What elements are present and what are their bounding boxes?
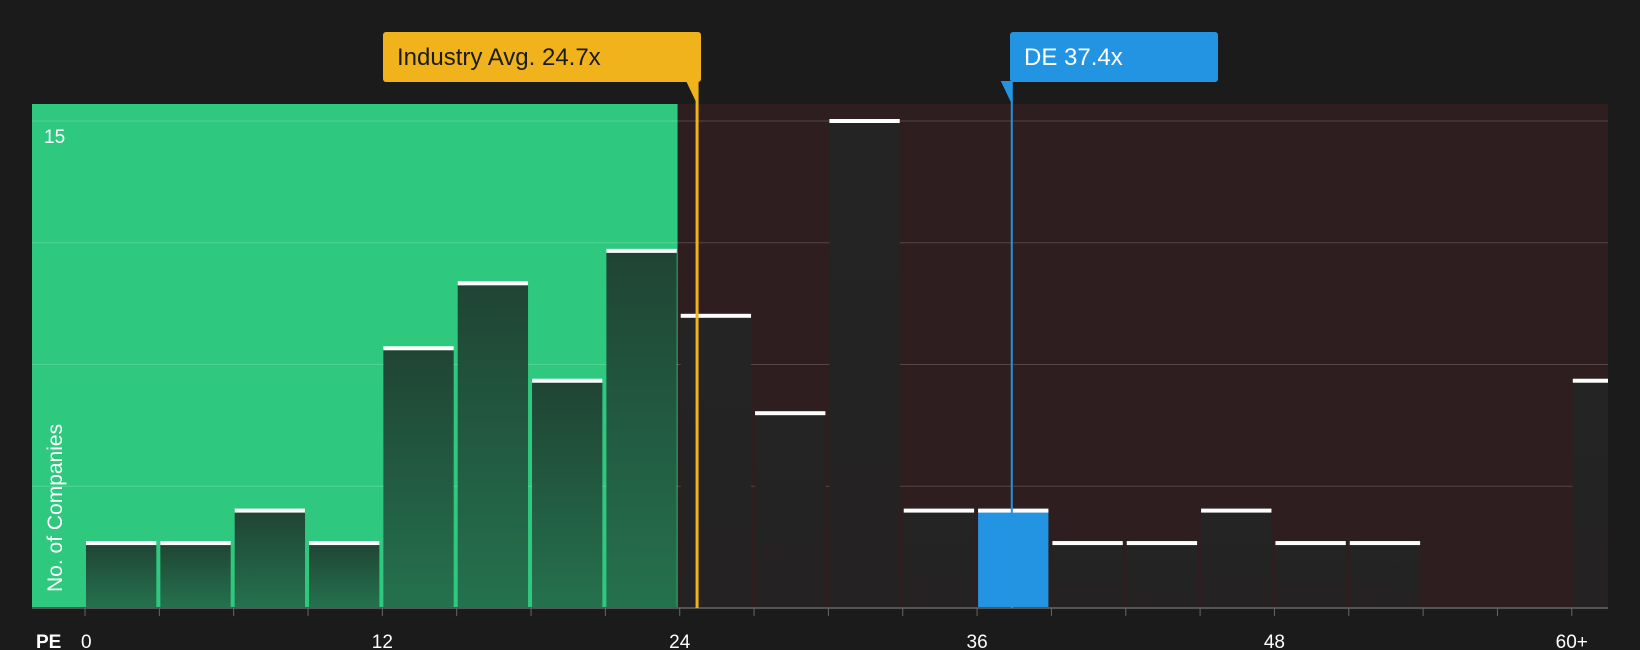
marker-label: Industry Avg. 24.7x <box>397 44 601 71</box>
x-tick-label: 36 <box>967 632 988 650</box>
bar-cap <box>1052 541 1123 546</box>
bar-cap <box>978 508 1049 513</box>
bar-cap <box>1572 378 1608 383</box>
histogram-bar <box>680 315 752 608</box>
bar-cap <box>309 541 380 546</box>
x-axis-label: PE <box>36 632 61 650</box>
histogram-bar <box>160 543 231 608</box>
histogram-bar <box>1201 510 1272 608</box>
histogram-bar <box>1275 543 1346 608</box>
bar-cap <box>86 541 157 546</box>
histogram-bar <box>86 543 157 608</box>
bar-cap <box>457 281 529 286</box>
bar-cap <box>1275 541 1346 546</box>
bar-cap <box>1126 541 1198 546</box>
bar-cap <box>160 541 231 546</box>
x-tick-label: 24 <box>669 632 691 650</box>
bar-cap <box>383 346 454 351</box>
histogram-bar <box>1052 543 1123 608</box>
marker-label: DE 37.4x <box>1024 44 1123 71</box>
x-tick-label: 60+ <box>1556 632 1588 650</box>
x-tick-label: 48 <box>1264 632 1285 650</box>
bar-cap <box>1349 541 1421 546</box>
bar-cap <box>680 313 752 318</box>
y-axis-label: No. of Companies <box>44 424 67 592</box>
histogram-bar <box>234 510 306 608</box>
bar-cap <box>903 508 975 513</box>
histogram-bar <box>383 348 454 608</box>
histogram-bar <box>457 283 529 608</box>
histogram-bar <box>532 380 603 608</box>
histogram-bar <box>755 413 826 608</box>
bar-cap <box>1201 508 1272 513</box>
histogram-bar <box>1349 543 1421 608</box>
histogram-bar <box>606 250 677 608</box>
histogram-bar <box>309 543 380 608</box>
bar-cap <box>532 378 603 383</box>
bar-cap <box>234 508 306 513</box>
x-tick-label: 0 <box>81 632 92 650</box>
histogram-bar <box>903 510 975 608</box>
x-tick-label: 12 <box>372 632 393 650</box>
bar-cap <box>755 411 826 416</box>
y-tick-label: 15 <box>44 127 65 148</box>
bar-cap <box>829 119 900 123</box>
histogram-bar <box>978 510 1049 608</box>
pe-distribution-chart: 0 12 24 36 48 60+ Industry Avg. 24.7x DE 37.4x… <box>0 0 1640 650</box>
bar-cap <box>606 248 677 253</box>
histogram-bar <box>1126 543 1198 608</box>
histogram-bar <box>829 121 900 608</box>
histogram-bar <box>1572 380 1608 608</box>
